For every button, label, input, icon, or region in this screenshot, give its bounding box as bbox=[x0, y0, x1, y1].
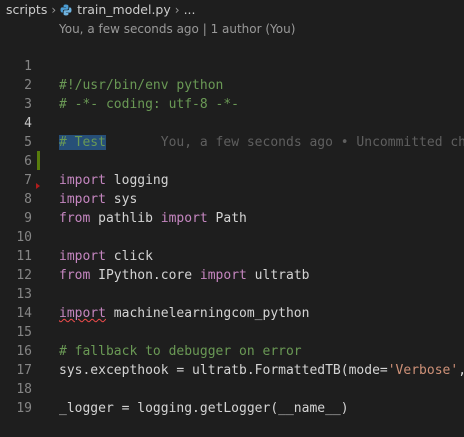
code-line: 16 sys.excepthook = ultratb.FormattedTB(… bbox=[0, 323, 464, 378]
code-line: 5 bbox=[0, 114, 464, 150]
breadcrumb-file[interactable]: train_model.py bbox=[60, 2, 171, 17]
chevron-right-icon: › bbox=[174, 2, 180, 17]
breadcrumb-ellipsis[interactable]: ... bbox=[184, 2, 196, 17]
code-line: 6 import logging bbox=[0, 133, 464, 188]
code-line: 3 bbox=[0, 76, 464, 112]
python-file-icon bbox=[60, 4, 72, 15]
line-text: _logger = logging.getLogger(__name__) bbox=[59, 401, 349, 416]
code-line: 15 # fallback to debugger on error bbox=[0, 304, 464, 359]
breadcrumb: scripts › train_model.py › ... bbox=[0, 0, 464, 19]
code-line: 17 bbox=[0, 342, 464, 378]
code-line: 13 import machinelearningcom_python bbox=[0, 266, 464, 321]
code-line: 8 from pathlib import Path bbox=[0, 171, 464, 226]
code-line: 19 bbox=[0, 380, 464, 416]
chevron-right-icon: › bbox=[51, 2, 57, 17]
code-line: 7 import sys bbox=[0, 152, 464, 207]
code-line: 2 # -*- coding: utf-8 -*- bbox=[0, 57, 464, 112]
code-line: 12 bbox=[0, 247, 464, 283]
code-line: 10 import click bbox=[0, 209, 464, 264]
code-line: 11 from IPython.core import ultratb bbox=[0, 228, 464, 283]
breadcrumb-file-label: train_model.py bbox=[77, 2, 171, 17]
code-line-current: 4 # Test You, a few seconds ago • Uncomm… bbox=[0, 95, 464, 150]
code-line: 1 #!/usr/bin/env python bbox=[0, 38, 464, 93]
breadcrumb-folder[interactable]: scripts bbox=[6, 2, 47, 17]
code-line: 14 bbox=[0, 285, 464, 321]
code-line: 18 _logger = logging.getLogger(__name__) bbox=[0, 361, 464, 416]
line-number: 19 bbox=[16, 401, 32, 416]
code-line: 9 bbox=[0, 190, 464, 226]
